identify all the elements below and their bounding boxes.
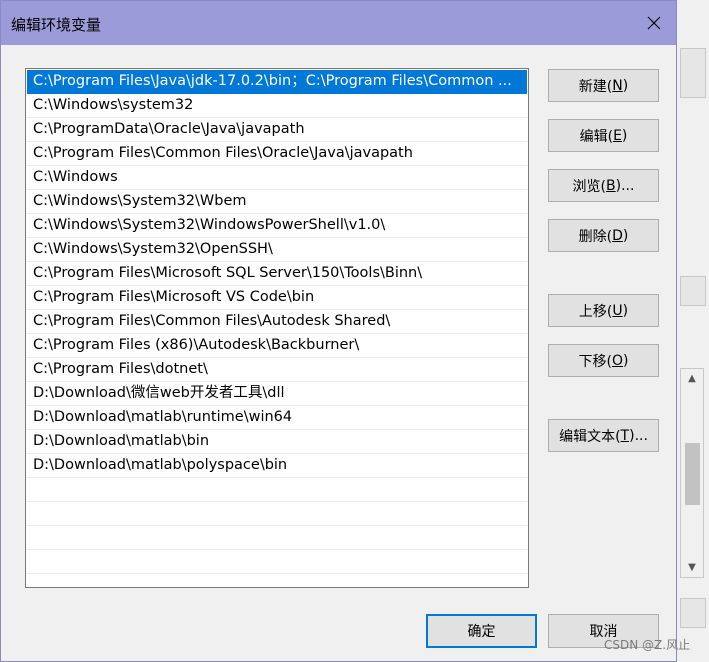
browse-button[interactable]: 浏览(B)... <box>548 169 659 202</box>
path-list-item[interactable]: C:\ProgramData\Oracle\Java\javapath <box>27 118 527 142</box>
path-list-item[interactable]: D:\Download\matlab\polyspace\bin <box>27 454 527 478</box>
scroll-up-icon: ▲ <box>688 373 696 384</box>
background-panel <box>680 48 706 98</box>
scroll-thumb <box>685 443 700 505</box>
move-up-button[interactable]: 上移(U) <box>548 294 659 327</box>
title-bar: 编辑环境变量 <box>1 1 676 45</box>
move-down-button[interactable]: 下移(O) <box>548 344 659 377</box>
path-list-item[interactable]: D:\Download\matlab\runtime\win64 <box>27 406 527 430</box>
edit-button-label: 编辑( <box>579 128 614 145</box>
new-button[interactable]: 新建(N) <box>548 69 659 102</box>
path-list-item[interactable]: C:\Program Files\Common Files\Oracle\Jav… <box>27 142 527 166</box>
delete-button-label-end: ) <box>622 227 629 244</box>
edit-environment-variable-dialog: 编辑环境变量 C:\Program Files\Java\jdk-17.0.2\… <box>0 0 677 662</box>
path-list-item[interactable]: C:\Windows\System32\Wbem <box>27 190 527 214</box>
move-down-button-label: 下移( <box>578 353 612 370</box>
path-list-item[interactable]: C:\Program Files\dotnet\ <box>27 358 527 382</box>
scroll-down-icon: ▼ <box>688 562 696 573</box>
path-list-item[interactable]: C:\Windows\System32\WindowsPowerShell\v1… <box>27 214 527 238</box>
path-list-item[interactable]: C:\Windows\system32 <box>27 94 527 118</box>
edit-text-button-label: 编辑文本( <box>559 428 621 445</box>
edit-text-button-accel: T <box>620 427 630 444</box>
close-icon <box>647 16 661 30</box>
path-list-item[interactable]: D:\Download\微信web开发者工具\dll <box>27 382 527 406</box>
path-list-item[interactable]: C:\Program Files\Java\jdk-17.0.2\bin；C:\… <box>27 70 527 94</box>
path-list-item[interactable]: C:\Windows <box>27 166 527 190</box>
path-list-item[interactable]: C:\Windows\System32\OpenSSH\ <box>27 238 527 262</box>
path-list-empty-row[interactable] <box>27 478 527 502</box>
background-scrollbar: ▲ ▼ <box>680 368 704 578</box>
path-list-item[interactable]: D:\Download\matlab\bin <box>27 430 527 454</box>
ok-button[interactable]: 确定 <box>426 614 537 648</box>
background-button <box>680 598 706 628</box>
background-button <box>680 276 706 306</box>
browse-button-accel: B <box>606 177 616 194</box>
edit-text-button[interactable]: 编辑文本(T)... <box>548 419 659 452</box>
dialog-title: 编辑环境变量 <box>11 16 102 34</box>
path-list-empty-row[interactable] <box>27 526 527 550</box>
close-button[interactable] <box>638 7 670 39</box>
path-list-item[interactable]: C:\Program Files\Microsoft SQL Server\15… <box>27 262 527 286</box>
path-list-item[interactable]: C:\Program Files\Microsoft VS Code\bin <box>27 286 527 310</box>
move-down-button-label-end: ) <box>623 352 629 369</box>
browse-button-label-end: )... <box>615 177 635 194</box>
watermark: CSDN @Z.风止 <box>604 638 691 652</box>
path-list-item[interactable]: C:\Program Files\Common Files\Autodesk S… <box>27 310 527 334</box>
move-up-button-accel: U <box>612 302 623 319</box>
move-down-button-accel: O <box>611 352 624 369</box>
browse-button-label: 浏览( <box>572 178 607 195</box>
delete-button-label: 删除( <box>578 228 613 245</box>
path-list-empty-row[interactable] <box>27 550 527 574</box>
delete-button[interactable]: 删除(D) <box>548 219 659 252</box>
ok-button-label: 确定 <box>467 624 496 640</box>
delete-button-accel: D <box>612 227 623 244</box>
new-button-accel: N <box>612 77 623 94</box>
edit-button-accel: E <box>613 127 622 144</box>
move-up-button-label-end: ) <box>622 302 629 319</box>
path-list-empty-row[interactable] <box>27 502 527 526</box>
edit-button[interactable]: 编辑(E) <box>548 119 659 152</box>
path-list[interactable]: C:\Program Files\Java\jdk-17.0.2\bin；C:\… <box>25 68 529 588</box>
move-up-button-label: 上移( <box>578 303 613 320</box>
new-button-label: 新建( <box>578 78 613 95</box>
edit-text-button-label-end: )... <box>629 427 648 444</box>
edit-button-label-end: ) <box>621 127 628 144</box>
path-list-item[interactable]: C:\Program Files (x86)\Autodesk\Backburn… <box>27 334 527 358</box>
new-button-label-end: ) <box>622 77 629 94</box>
